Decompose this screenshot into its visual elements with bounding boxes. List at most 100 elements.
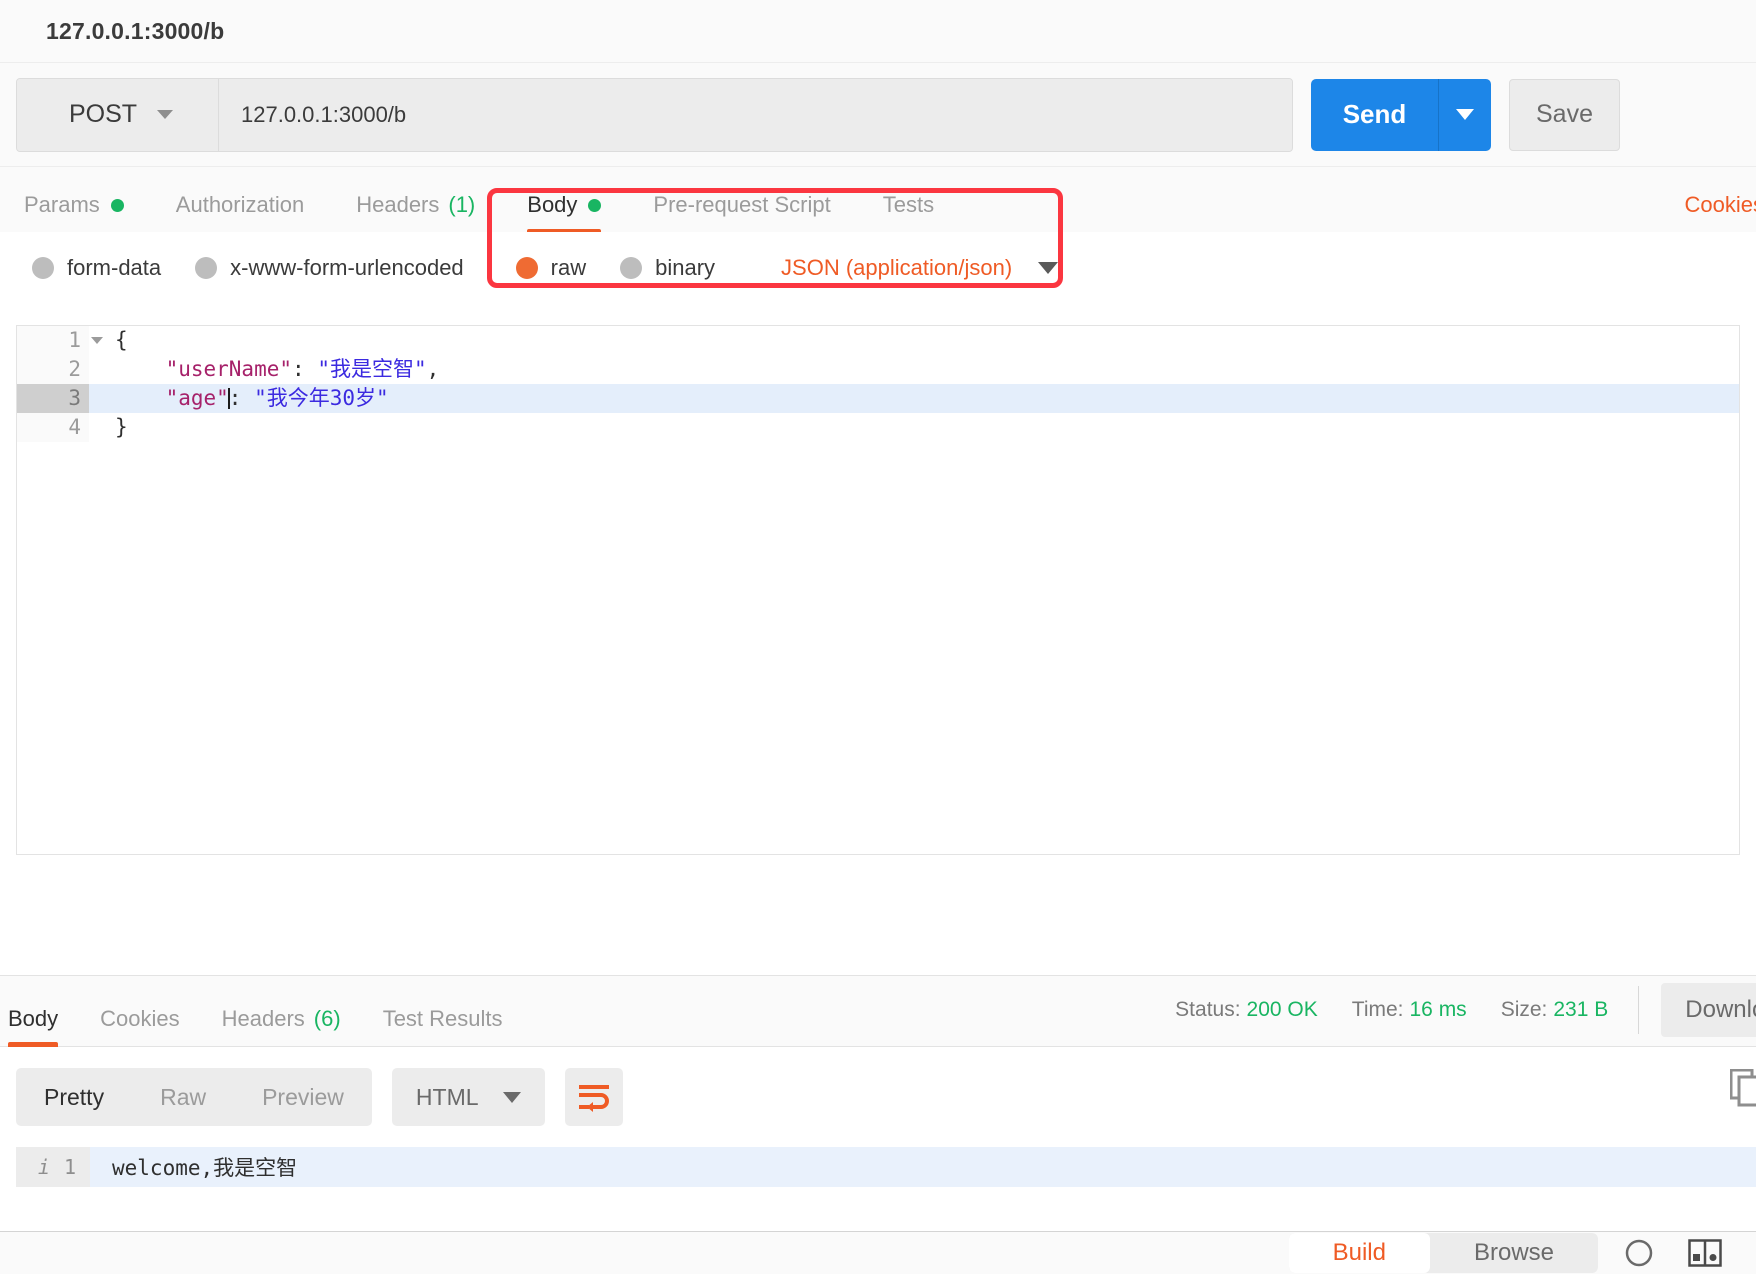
tab-label: Tests — [882, 192, 935, 217]
request-body-editor[interactable]: 1 { 2 "userName": "我是空智", 3 "age": "我今年3… — [16, 325, 1740, 855]
tab-label: Test Results — [382, 1006, 503, 1031]
body-type-urlencoded[interactable]: x-www-form-urlencoded — [195, 255, 464, 281]
http-method-selector[interactable]: POST — [17, 78, 219, 151]
line-number: 2 — [17, 355, 89, 384]
fold-arrow-icon[interactable] — [91, 337, 103, 344]
response-format-selector[interactable]: HTML — [391, 1068, 545, 1126]
response-tab-test-results[interactable]: Test Results — [383, 1006, 503, 1046]
tab-label: Body — [527, 192, 578, 217]
circle-icon — [1625, 1239, 1653, 1267]
radio-selected-icon — [515, 257, 538, 279]
response-tabs: Body Cookies Headers (6) Test Results St… — [0, 974, 1756, 1049]
response-line-gutter: i 1 — [16, 1147, 90, 1187]
time-value: 16 ms — [1409, 998, 1467, 1021]
body-type-raw[interactable]: raw — [515, 255, 587, 281]
url-row: POST 127.0.0.1:3000/b Send Save — [0, 62, 1756, 166]
send-options-button[interactable] — [1438, 78, 1491, 151]
code-token: : — [292, 357, 318, 381]
view-mode-raw[interactable]: Raw — [132, 1068, 234, 1126]
browse-tab[interactable]: Browse — [1430, 1233, 1598, 1273]
response-tab-cookies[interactable]: Cookies — [100, 1006, 179, 1046]
tab-headers[interactable]: Headers (1) — [356, 192, 475, 232]
size-label: Size: — [1500, 998, 1548, 1021]
editor-line: 1 { — [17, 326, 1739, 355]
line-number-label: 2 — [68, 357, 81, 381]
editor-line-text: "userName": "我是空智", — [89, 355, 440, 384]
tab-params[interactable]: Params — [24, 192, 124, 232]
send-button-group: Send — [1311, 78, 1491, 151]
tab-count: (1) — [448, 192, 476, 217]
code-token: : — [228, 386, 255, 410]
status-dot-icon — [588, 198, 602, 212]
radio-icon — [32, 257, 54, 279]
response-body-line: i 1 welcome,我是空智 — [16, 1147, 1756, 1187]
content-type-selector[interactable]: JSON (application/json) — [781, 255, 1059, 281]
response-format-label: HTML — [415, 1083, 479, 1110]
time-badge: Time: 16 ms — [1352, 998, 1467, 1022]
body-type-label: binary — [655, 255, 716, 280]
line-number: 3 — [17, 384, 89, 413]
send-button[interactable]: Send — [1311, 78, 1438, 151]
url-input[interactable]: 127.0.0.1:3000/b — [219, 78, 1292, 151]
body-type-label: raw — [550, 255, 587, 280]
size-badge: Size: 231 B — [1501, 998, 1609, 1022]
response-tab-body[interactable]: Body — [8, 1006, 59, 1049]
body-type-form-data[interactable]: form-data — [32, 255, 161, 281]
word-wrap-icon — [578, 1085, 609, 1112]
word-wrap-button[interactable] — [564, 1068, 623, 1126]
response-meta: Status: 200 OK Time: 16 ms Size: 231 B Down… — [1141, 974, 1756, 1046]
tab-label: Headers — [356, 192, 440, 217]
request-tabs: Params Authorization Headers (1) Body Pr… — [0, 166, 1756, 236]
status-value: 200 OK — [1246, 998, 1318, 1021]
editor-line-active: 3 "age": "我今年30岁" — [17, 384, 1739, 413]
body-type-binary[interactable]: binary — [620, 255, 715, 281]
chevron-down-icon — [1038, 262, 1059, 274]
layout-toggle-button[interactable] — [1688, 1238, 1722, 1268]
response-tab-headers[interactable]: Headers (6) — [222, 1006, 341, 1046]
code-token: "age" — [115, 386, 229, 410]
code-token: { — [115, 328, 128, 352]
content-type-label: JSON (application/json) — [781, 255, 1013, 280]
line-number: 1 — [17, 326, 103, 355]
body-type-label: x-www-form-urlencoded — [230, 255, 464, 280]
editor-line: 2 "userName": "我是空智", — [17, 355, 1739, 384]
code-token: "userName" — [115, 357, 293, 381]
tab-authorization[interactable]: Authorization — [176, 192, 304, 232]
tab-label: Pre-request Script — [653, 192, 831, 217]
tab-label: Body — [8, 1006, 59, 1031]
size-value: 231 B — [1553, 998, 1609, 1021]
copy-response-button[interactable] — [1729, 1068, 1756, 1112]
tab-pre-request-script[interactable]: Pre-request Script — [653, 192, 830, 232]
view-mode-pretty[interactable]: Pretty — [16, 1068, 132, 1126]
save-button[interactable]: Save — [1509, 78, 1620, 151]
line-number-label: 4 — [68, 415, 81, 439]
build-tab[interactable]: Build — [1288, 1233, 1430, 1273]
copy-icon — [1729, 1068, 1756, 1107]
code-token: "我今年30岁" — [254, 386, 389, 410]
body-type-row: form-data x-www-form-urlencoded raw bina… — [0, 188, 1756, 304]
response-body-viewer[interactable]: i 1 welcome,我是空智 — [16, 1147, 1756, 1235]
footer-bar: Build Browse — [0, 1231, 1756, 1274]
chevron-down-icon — [1456, 109, 1474, 120]
method-url-group: POST 127.0.0.1:3000/b — [16, 77, 1293, 152]
code-token: , — [426, 357, 440, 381]
line-number-label: 3 — [68, 386, 81, 410]
tab-count: (6) — [313, 1006, 341, 1031]
tab-label: Headers — [221, 1006, 305, 1031]
line-number: 4 — [17, 413, 89, 442]
download-button[interactable]: Download — [1661, 983, 1756, 1037]
tab-tests[interactable]: Tests — [883, 192, 934, 232]
tab-label: Authorization — [175, 192, 305, 217]
view-mode-preview[interactable]: Preview — [234, 1068, 372, 1126]
status-dot-icon — [110, 198, 124, 212]
page-title: 127.0.0.1:3000/b — [46, 17, 225, 44]
editor-line-text: } — [89, 413, 128, 442]
tab-body[interactable]: Body — [527, 192, 602, 236]
http-method-label: POST — [69, 100, 138, 128]
chevron-down-icon — [502, 1091, 521, 1103]
sync-status-button[interactable] — [1624, 1238, 1654, 1268]
cookies-link[interactable]: Cookies — [1685, 192, 1756, 218]
build-browse-toggle: Build Browse — [1288, 1233, 1598, 1273]
status-badge: Status: 200 OK — [1175, 998, 1318, 1022]
info-icon: i — [37, 1155, 50, 1179]
